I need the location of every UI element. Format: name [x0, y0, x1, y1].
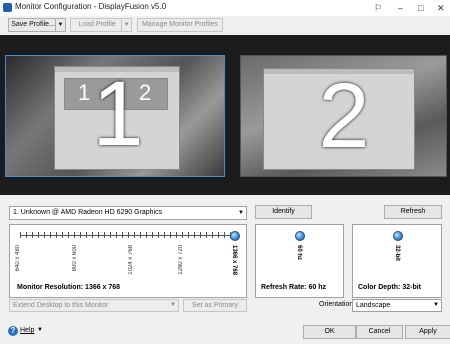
monitor-select[interactable]: 1. Unknown @ AMD Radeon HD 6290 Graphics…	[9, 206, 247, 220]
minimize-button[interactable]: –	[398, 1, 403, 15]
resolution-tick-selected: 1366 x 768	[231, 245, 237, 276]
maximize-button[interactable]: □	[418, 1, 423, 15]
refresh-rate-label: Refresh Rate: 60 hz	[261, 284, 326, 291]
orientation-label: Orientation:	[319, 301, 356, 308]
extend-desktop-select[interactable]: Extend Desktop to this Monitor ▼	[9, 299, 179, 312]
load-profile-label: Load Profile	[78, 21, 116, 28]
help-icon[interactable]: ?	[8, 326, 18, 336]
ok-button[interactable]: OK	[303, 325, 356, 339]
save-profile-button[interactable]: Save Profile... ▼	[8, 18, 66, 32]
refresh-rate-panel: 60 hz Refresh Rate: 60 hz	[255, 224, 344, 298]
resolution-label: Monitor Resolution: 1366 x 768	[17, 284, 121, 291]
resolution-tick: 1024 x 768	[128, 245, 134, 275]
color-depth-value: 32-bit	[394, 245, 400, 262]
load-profile-button[interactable]: Load Profile ▼	[70, 18, 132, 32]
set-primary-button[interactable]: Set as Primary	[183, 299, 247, 312]
manage-profiles-button[interactable]: Manage Monitor Profiles	[137, 18, 223, 32]
chevron-down-icon[interactable]: ▼	[433, 300, 439, 311]
resolution-slider-ticks	[20, 232, 238, 238]
refresh-rate-slider-thumb[interactable]	[295, 231, 305, 241]
resolution-tick: 640 x 480	[15, 245, 21, 272]
toolbar: Save Profile... ▼ Load Profile ▼ Manage …	[0, 16, 450, 34]
apply-button[interactable]: Apply	[405, 325, 450, 339]
orientation-select[interactable]: Landscape ▼	[352, 299, 442, 312]
monitor-2[interactable]: 2	[240, 55, 447, 177]
monitor-2-number: 2	[318, 65, 370, 167]
color-depth-label: Color Depth: 32-bit	[358, 284, 421, 291]
app-icon	[3, 3, 12, 12]
resolution-slider-thumb[interactable]	[230, 231, 240, 241]
refresh-rate-value: 60 hz	[296, 245, 302, 261]
chevron-down-icon[interactable]: ▼	[121, 19, 131, 31]
monitor-arrangement: 1 2 1 2	[0, 35, 450, 195]
resolution-panel: 640 x 480 800 x 600 1024 x 768 1280 x 72…	[9, 224, 247, 298]
color-depth-slider-thumb[interactable]	[393, 231, 403, 241]
window-title: Monitor Configuration - DisplayFusion v5…	[15, 2, 167, 11]
help-label[interactable]: Help	[20, 327, 34, 334]
refresh-button[interactable]: Refresh	[384, 205, 442, 219]
close-button[interactable]: ✕	[437, 1, 445, 15]
title-bar: Monitor Configuration - DisplayFusion v5…	[0, 0, 450, 16]
monitor-1[interactable]: 1 2 1	[5, 55, 225, 177]
color-depth-panel: 32-bit Color Depth: 32-bit	[352, 224, 442, 298]
extend-desktop-value: Extend Desktop to this Monitor	[13, 302, 109, 309]
chevron-down-icon[interactable]: ▼	[238, 207, 244, 219]
monitor-1-number: 1	[92, 63, 144, 165]
identify-button[interactable]: Identify	[255, 205, 312, 219]
orientation-value: Landscape	[356, 302, 391, 309]
chevron-down-icon[interactable]: ▼	[37, 327, 43, 333]
cancel-button[interactable]: Cancel	[356, 325, 403, 339]
chevron-down-icon[interactable]: ▼	[55, 19, 65, 31]
pin-icon[interactable]: ⚐	[374, 1, 382, 15]
monitor-select-value: 1. Unknown @ AMD Radeon HD 6290 Graphics	[13, 209, 163, 216]
resolution-tick: 1280 x 720	[178, 245, 184, 275]
chevron-down-icon[interactable]: ▼	[170, 300, 176, 311]
save-profile-label: Save Profile...	[11, 21, 55, 28]
resolution-tick: 800 x 600	[72, 245, 78, 272]
